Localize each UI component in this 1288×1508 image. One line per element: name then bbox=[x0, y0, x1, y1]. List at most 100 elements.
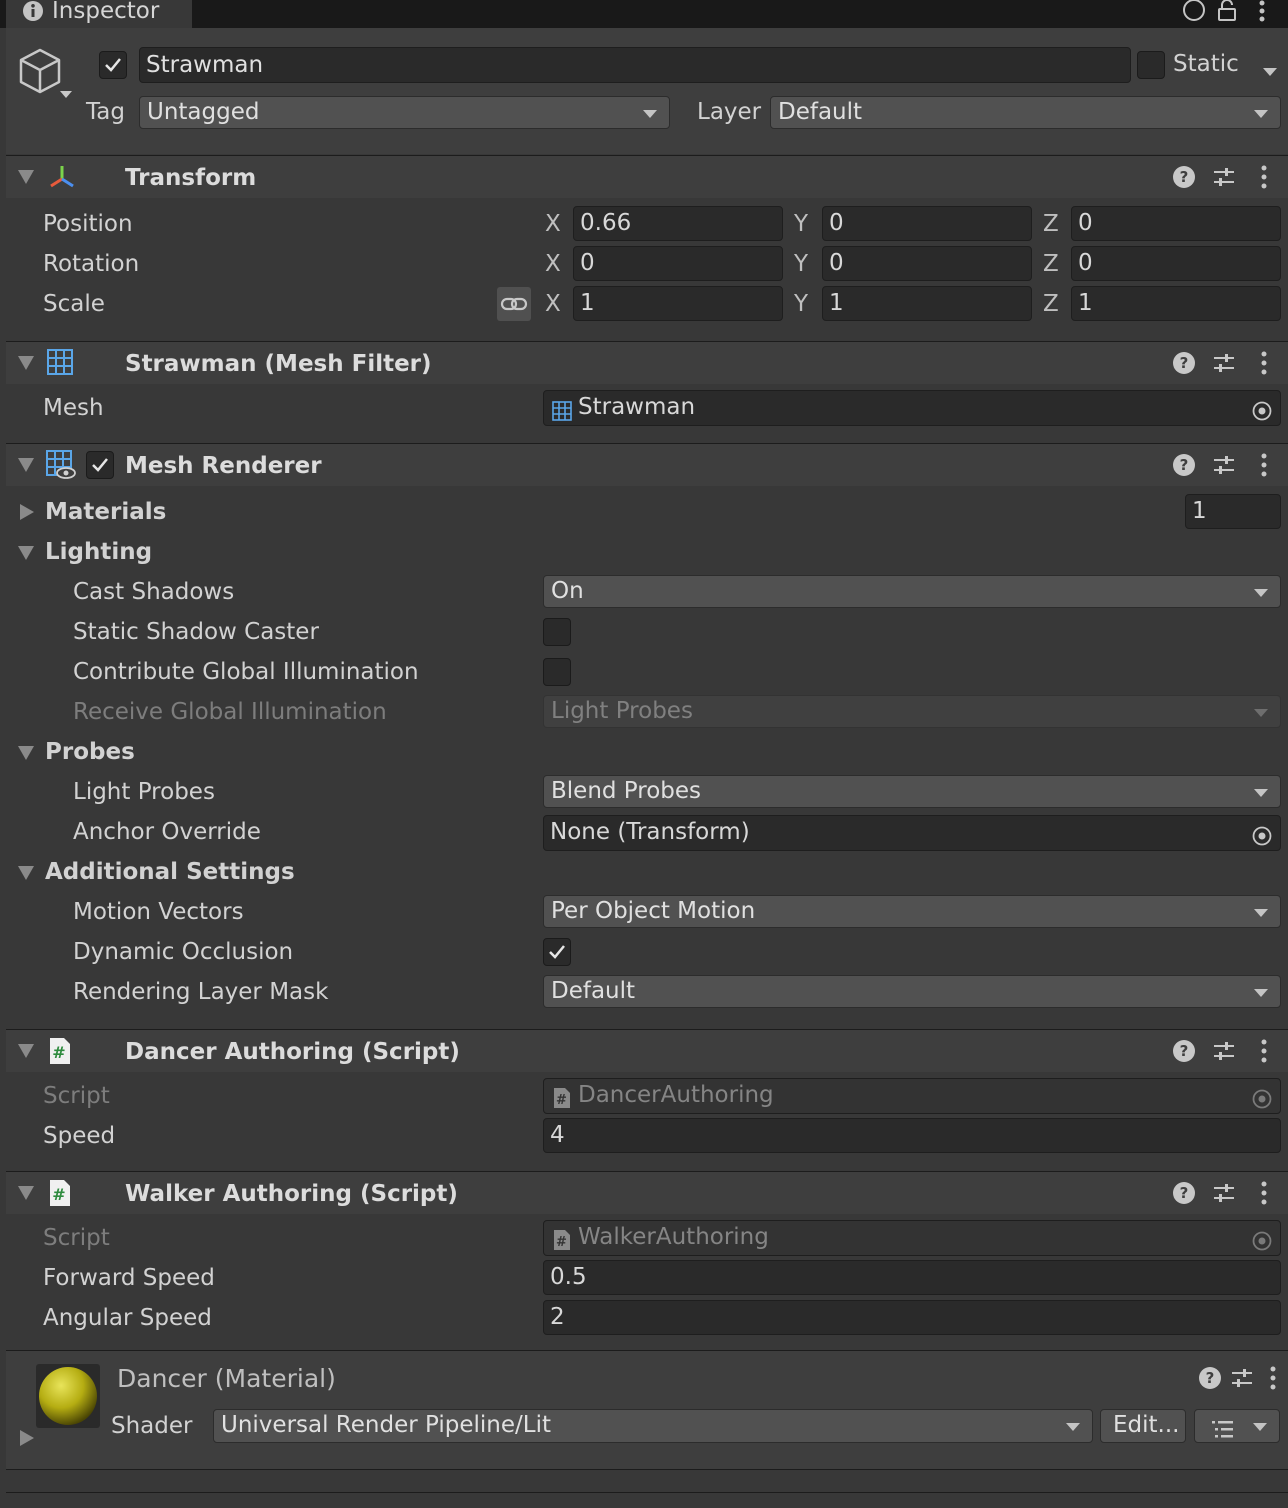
rotation-x-field[interactable]: 0 bbox=[573, 246, 783, 281]
gameobject-active-checkbox[interactable] bbox=[99, 51, 127, 79]
materials-label[interactable]: Materials bbox=[45, 501, 166, 524]
presets-icon[interactable] bbox=[1212, 1181, 1236, 1211]
lock-icon[interactable] bbox=[1216, 0, 1238, 28]
walker-authoring-title: Walker Authoring (Script) bbox=[125, 1181, 458, 1207]
help-icon[interactable]: ? bbox=[1172, 1039, 1196, 1069]
layer-dropdown[interactable]: Default bbox=[770, 96, 1281, 129]
dynamic-occlusion-checkbox[interactable] bbox=[543, 938, 571, 966]
mesh-renderer-title: Mesh Renderer bbox=[125, 453, 322, 479]
chevron-down-icon bbox=[1254, 789, 1268, 797]
component-menu-icon[interactable] bbox=[1257, 351, 1271, 381]
materials-count-field[interactable]: 1 bbox=[1185, 494, 1281, 529]
speed-field[interactable]: 4 bbox=[543, 1118, 1281, 1153]
axis-z-label[interactable]: Z bbox=[1043, 213, 1059, 236]
shader-dropdown[interactable]: Universal Render Pipeline/Lit bbox=[213, 1409, 1093, 1443]
help-icon[interactable]: ? bbox=[1198, 1366, 1222, 1396]
axis-y-label[interactable]: Y bbox=[794, 253, 808, 276]
shader-edit-button[interactable]: Edit... bbox=[1100, 1409, 1186, 1443]
foldout-arrow-icon[interactable] bbox=[18, 458, 34, 472]
presets-icon[interactable] bbox=[1230, 1366, 1254, 1396]
light-probes-dropdown[interactable]: Blend Probes bbox=[543, 775, 1281, 808]
rotation-y-field[interactable]: 0 bbox=[822, 246, 1032, 281]
mesh-renderer-header[interactable]: Mesh Renderer ? bbox=[6, 443, 1288, 486]
component-menu-icon[interactable] bbox=[1266, 1366, 1280, 1396]
angular-speed-field[interactable]: 2 bbox=[543, 1300, 1281, 1335]
circle-icon[interactable] bbox=[1181, 0, 1207, 28]
contribute-gi-checkbox[interactable] bbox=[543, 658, 571, 686]
axis-y-label[interactable]: Y bbox=[794, 293, 808, 316]
help-icon[interactable]: ? bbox=[1172, 453, 1196, 483]
gameobject-name-field[interactable]: Strawman bbox=[139, 47, 1131, 83]
scale-y-field[interactable]: 1 bbox=[822, 286, 1032, 321]
axis-x-label[interactable]: X bbox=[545, 213, 561, 236]
anchor-override-field[interactable]: None (Transform) bbox=[543, 815, 1281, 851]
axis-x-label[interactable]: X bbox=[545, 253, 561, 276]
position-y-field[interactable]: 0 bbox=[822, 206, 1032, 241]
tab-bar bbox=[0, 0, 1288, 28]
receive-gi-value: Light Probes bbox=[551, 698, 693, 724]
materials-foldout-icon[interactable] bbox=[20, 504, 34, 520]
static-dropdown-icon[interactable] bbox=[1262, 58, 1278, 84]
mesh-renderer-enabled-checkbox[interactable] bbox=[86, 451, 114, 479]
object-picker-icon[interactable] bbox=[1252, 398, 1272, 421]
foldout-arrow-icon[interactable] bbox=[18, 170, 34, 184]
rendering-layer-mask-dropdown[interactable]: Default bbox=[543, 975, 1281, 1008]
position-x-field[interactable]: 0.66 bbox=[573, 206, 783, 241]
tab-menu-icon[interactable] bbox=[1255, 0, 1269, 30]
inspector-tab[interactable]: Inspector bbox=[6, 0, 192, 28]
constrain-proportions-link-icon[interactable] bbox=[497, 287, 531, 321]
additional-settings-label[interactable]: Additional Settings bbox=[45, 861, 295, 884]
rotation-z-field[interactable]: 0 bbox=[1071, 246, 1281, 281]
mesh-object-field[interactable]: Strawman bbox=[543, 390, 1281, 426]
scale-x-field[interactable]: 1 bbox=[573, 286, 783, 321]
scale-z-field[interactable]: 1 bbox=[1071, 286, 1281, 321]
position-z-field[interactable]: 0 bbox=[1071, 206, 1281, 241]
walker-authoring-header[interactable]: # Walker Authoring (Script) ? bbox=[6, 1171, 1288, 1214]
component-menu-icon[interactable] bbox=[1257, 1181, 1271, 1211]
probes-label[interactable]: Probes bbox=[45, 741, 135, 764]
presets-icon[interactable] bbox=[1212, 453, 1236, 483]
presets-icon[interactable] bbox=[1212, 165, 1236, 195]
shader-label: Shader bbox=[111, 1413, 193, 1439]
rotation-label: Rotation bbox=[43, 251, 140, 277]
chevron-down-icon bbox=[643, 110, 657, 118]
axis-x-label[interactable]: X bbox=[545, 293, 561, 316]
axis-z-label[interactable]: Z bbox=[1043, 253, 1059, 276]
axis-y-label[interactable]: Y bbox=[794, 213, 808, 236]
static-label: Static bbox=[1173, 51, 1239, 77]
tag-dropdown[interactable]: Untagged bbox=[139, 96, 670, 129]
help-icon[interactable]: ? bbox=[1172, 351, 1196, 381]
static-shadow-caster-checkbox[interactable] bbox=[543, 618, 571, 646]
forward-speed-field[interactable]: 0.5 bbox=[543, 1260, 1281, 1295]
lighting-label[interactable]: Lighting bbox=[45, 541, 152, 564]
material-preview[interactable] bbox=[36, 1364, 100, 1428]
lighting-foldout-icon[interactable] bbox=[18, 546, 34, 560]
probes-foldout-icon[interactable] bbox=[18, 746, 34, 760]
dancer-authoring-header[interactable]: # Dancer Authoring (Script) ? bbox=[6, 1029, 1288, 1072]
gameobject-cube-icon[interactable] bbox=[16, 46, 74, 108]
list-icon bbox=[1211, 1417, 1235, 1442]
foldout-arrow-icon[interactable] bbox=[18, 356, 34, 370]
mesh-filter-header[interactable]: Strawman (Mesh Filter) ? bbox=[6, 341, 1288, 384]
material-foldout-icon[interactable] bbox=[20, 1430, 34, 1446]
component-menu-icon[interactable] bbox=[1257, 165, 1271, 195]
axis-z-label[interactable]: Z bbox=[1043, 293, 1059, 316]
svg-text:#: # bbox=[52, 1043, 65, 1062]
help-icon[interactable]: ? bbox=[1172, 1181, 1196, 1211]
static-checkbox[interactable] bbox=[1137, 51, 1165, 79]
transform-header[interactable]: Transform ? bbox=[6, 155, 1288, 198]
presets-icon[interactable] bbox=[1212, 1039, 1236, 1069]
foldout-arrow-icon[interactable] bbox=[18, 1186, 34, 1200]
object-picker-icon[interactable] bbox=[1252, 823, 1272, 846]
component-menu-icon[interactable] bbox=[1257, 1039, 1271, 1069]
cast-shadows-dropdown[interactable]: On bbox=[543, 575, 1281, 608]
presets-icon[interactable] bbox=[1212, 351, 1236, 381]
motion-vectors-label: Motion Vectors bbox=[73, 899, 244, 925]
motion-vectors-dropdown[interactable]: Per Object Motion bbox=[543, 895, 1281, 928]
component-menu-icon[interactable] bbox=[1257, 453, 1271, 483]
anchor-override-value: None (Transform) bbox=[550, 819, 750, 845]
additional-settings-foldout-icon[interactable] bbox=[18, 866, 34, 880]
foldout-arrow-icon[interactable] bbox=[18, 1044, 34, 1058]
help-icon[interactable]: ? bbox=[1172, 165, 1196, 195]
shader-options-dropdown[interactable] bbox=[1194, 1409, 1280, 1443]
